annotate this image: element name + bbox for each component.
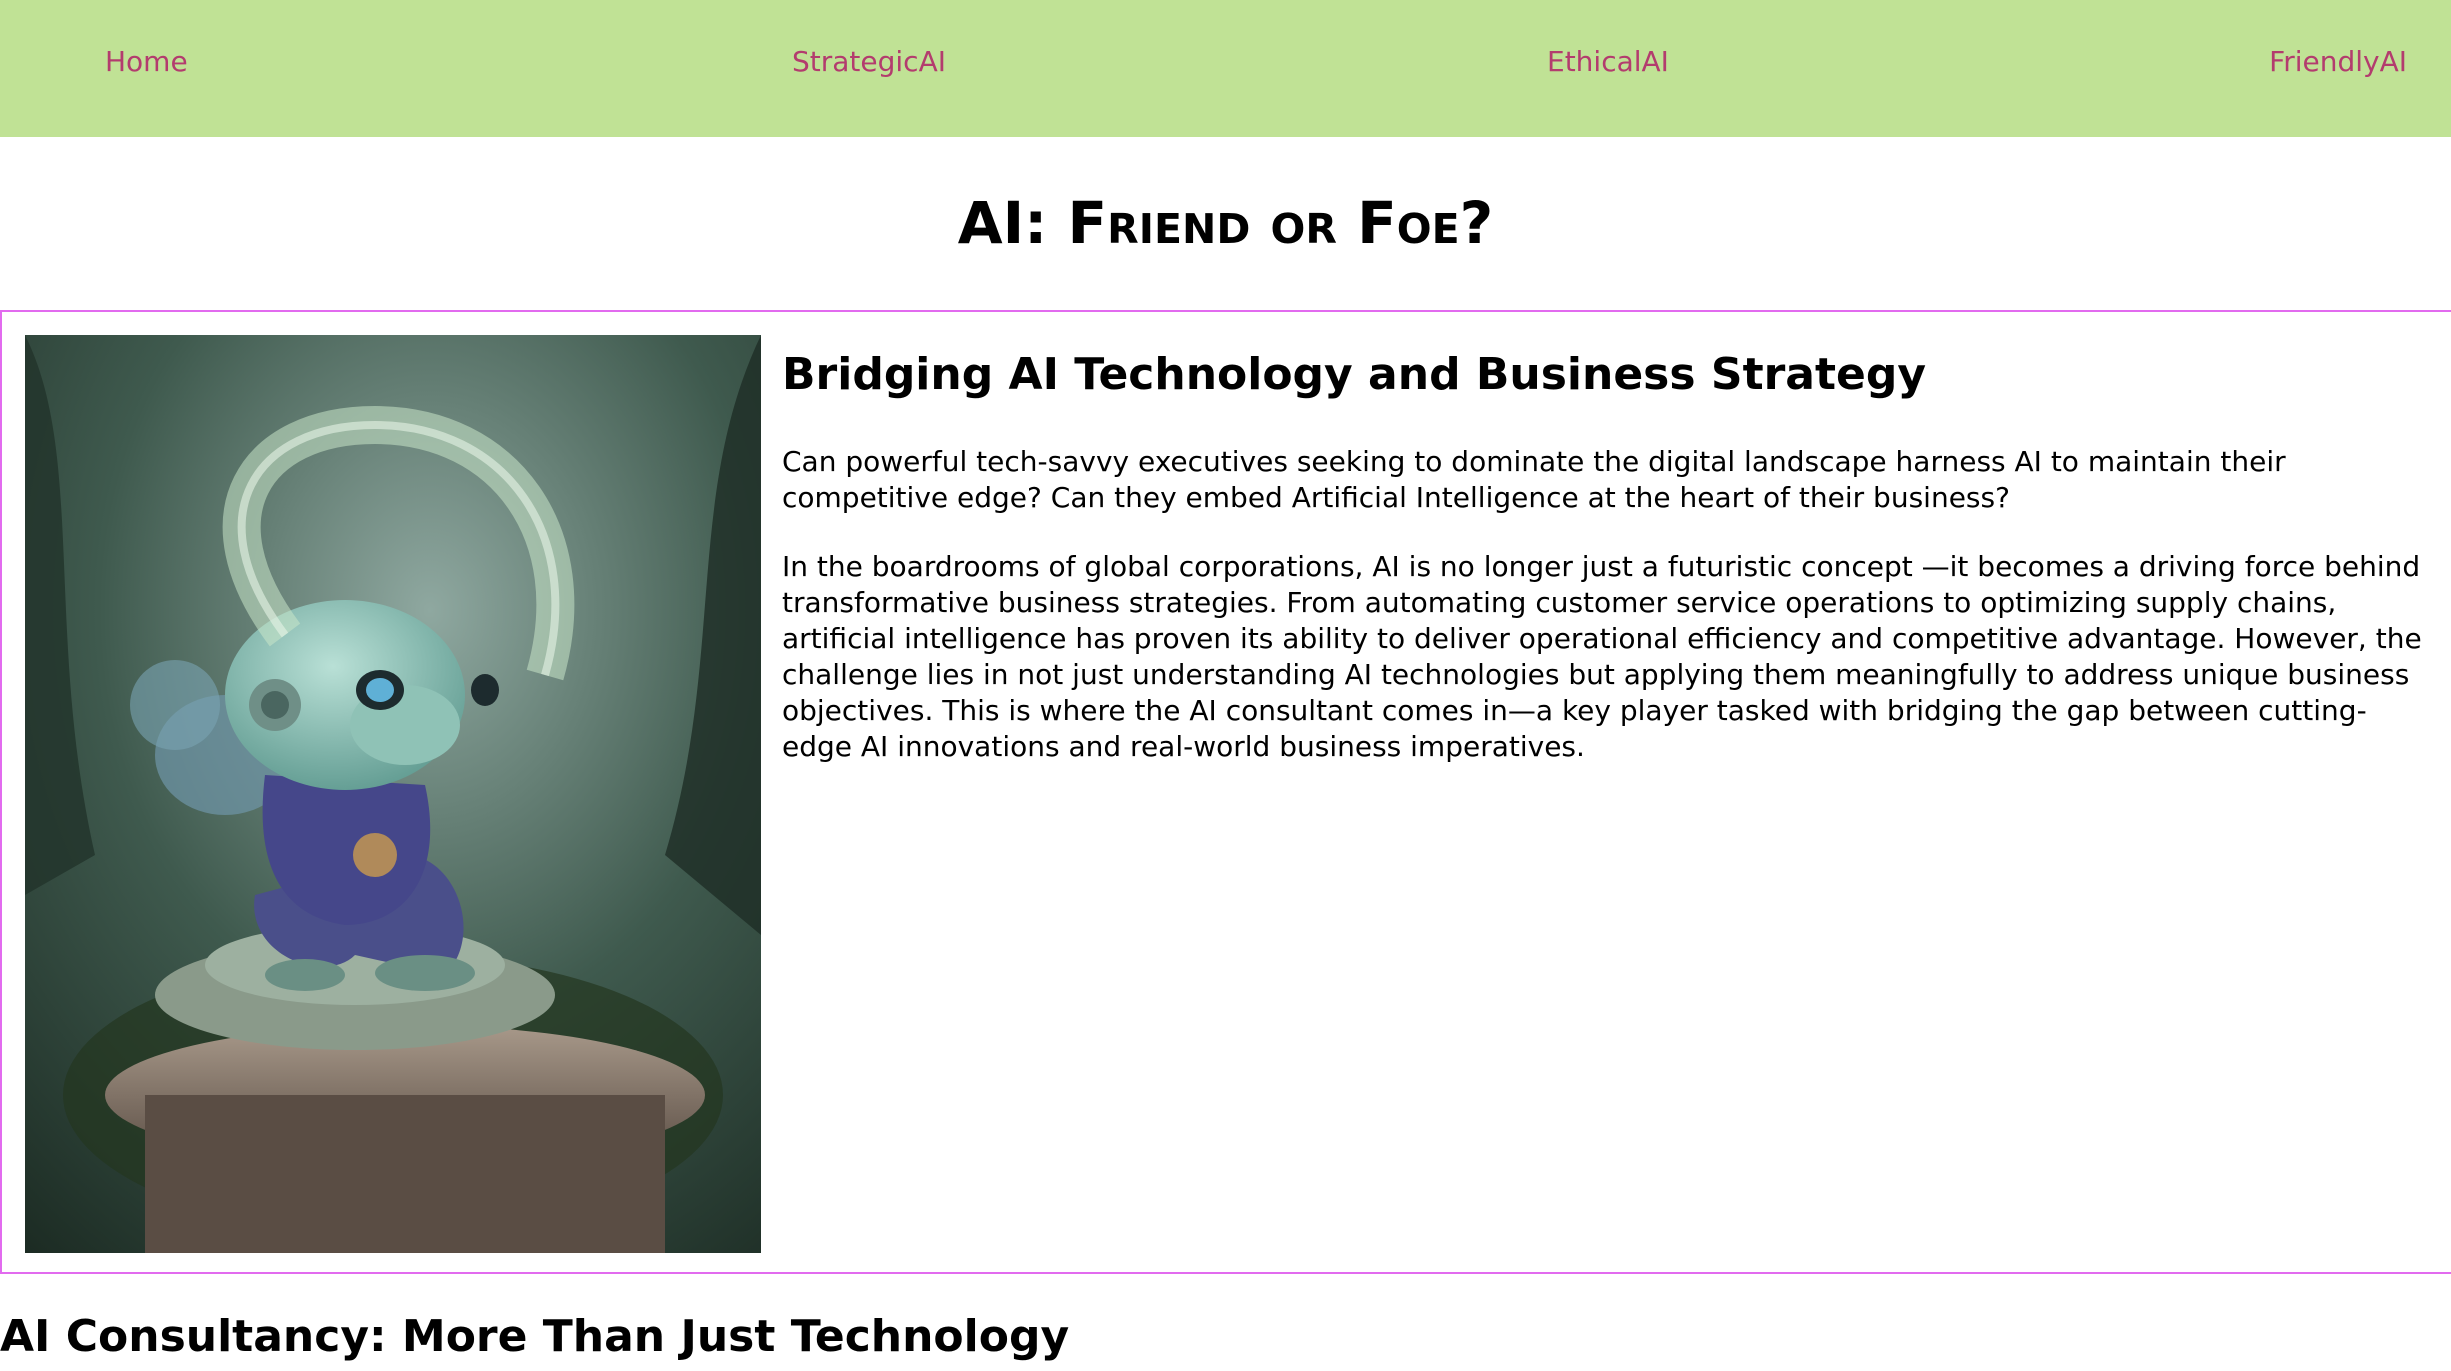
feature-question-paragraph: Can powerful tech-savvy executives seeki…	[782, 445, 2286, 514]
nav-friendly-ai-link[interactable]: FriendlyAI	[2269, 48, 2407, 76]
feature-section: Bridging AI Technology and Business Stra…	[0, 310, 2451, 1274]
feature-heading: Bridging AI Technology and Business Stra…	[782, 349, 1927, 400]
top-nav: Home StrategicAI EthicalAI FriendlyAI	[0, 0, 2451, 137]
nav-ethical-ai-link[interactable]: EthicalAI	[1547, 48, 1669, 76]
alien-creature-illustration	[25, 335, 761, 1253]
section-heading-ai-consultancy: AI Consultancy: More Than Just Technolog…	[0, 1311, 1070, 1362]
nav-strategic-ai-link[interactable]: StrategicAI	[792, 48, 946, 76]
nav-home-link[interactable]: Home	[105, 48, 188, 76]
feature-body-paragraph: In the boardrooms of global corporations…	[782, 550, 2422, 763]
page-title: AI: Friend or Foe?	[957, 189, 1494, 257]
